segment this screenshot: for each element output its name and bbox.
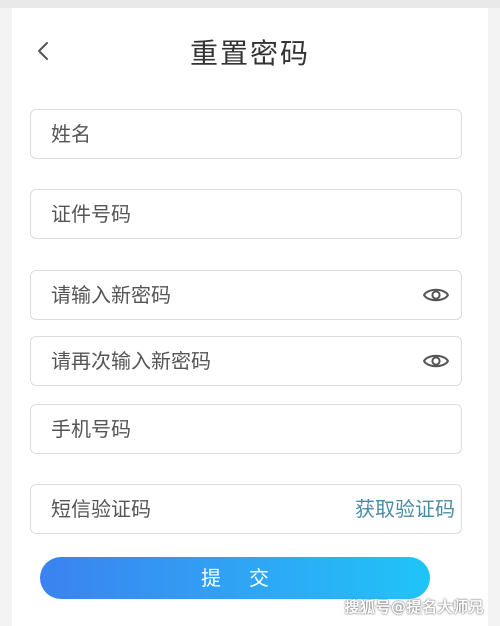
right-margin bbox=[488, 8, 500, 626]
phone-field[interactable] bbox=[30, 404, 462, 454]
sms-code-input[interactable] bbox=[51, 485, 341, 533]
confirm-password-field[interactable] bbox=[30, 336, 462, 386]
page-title: 重置密码 bbox=[189, 37, 310, 70]
get-code-button[interactable]: 获取验证码 bbox=[355, 485, 455, 533]
submit-button[interactable]: 提交 bbox=[40, 557, 430, 599]
name-field[interactable] bbox=[30, 109, 462, 159]
id-number-field[interactable] bbox=[30, 189, 462, 239]
top-edge bbox=[0, 0, 500, 8]
phone-input[interactable] bbox=[51, 405, 381, 453]
toggle-password-visibility-button[interactable] bbox=[421, 281, 451, 309]
eye-icon bbox=[423, 354, 449, 368]
new-password-input[interactable] bbox=[51, 271, 381, 319]
sms-code-field[interactable]: 获取验证码 bbox=[30, 484, 462, 534]
watermark: 搜狐号@提名大师兄 bbox=[344, 598, 484, 616]
name-input[interactable] bbox=[51, 110, 381, 158]
new-password-field[interactable] bbox=[30, 270, 462, 320]
id-number-input[interactable] bbox=[51, 190, 381, 238]
eye-icon bbox=[423, 288, 449, 302]
toggle-confirm-password-visibility-button[interactable] bbox=[421, 347, 451, 375]
confirm-password-input[interactable] bbox=[51, 337, 381, 385]
left-margin bbox=[0, 8, 12, 626]
reset-password-page: 重置密码 获取验证码 bbox=[12, 8, 488, 626]
header: 重置密码 bbox=[12, 8, 488, 94]
